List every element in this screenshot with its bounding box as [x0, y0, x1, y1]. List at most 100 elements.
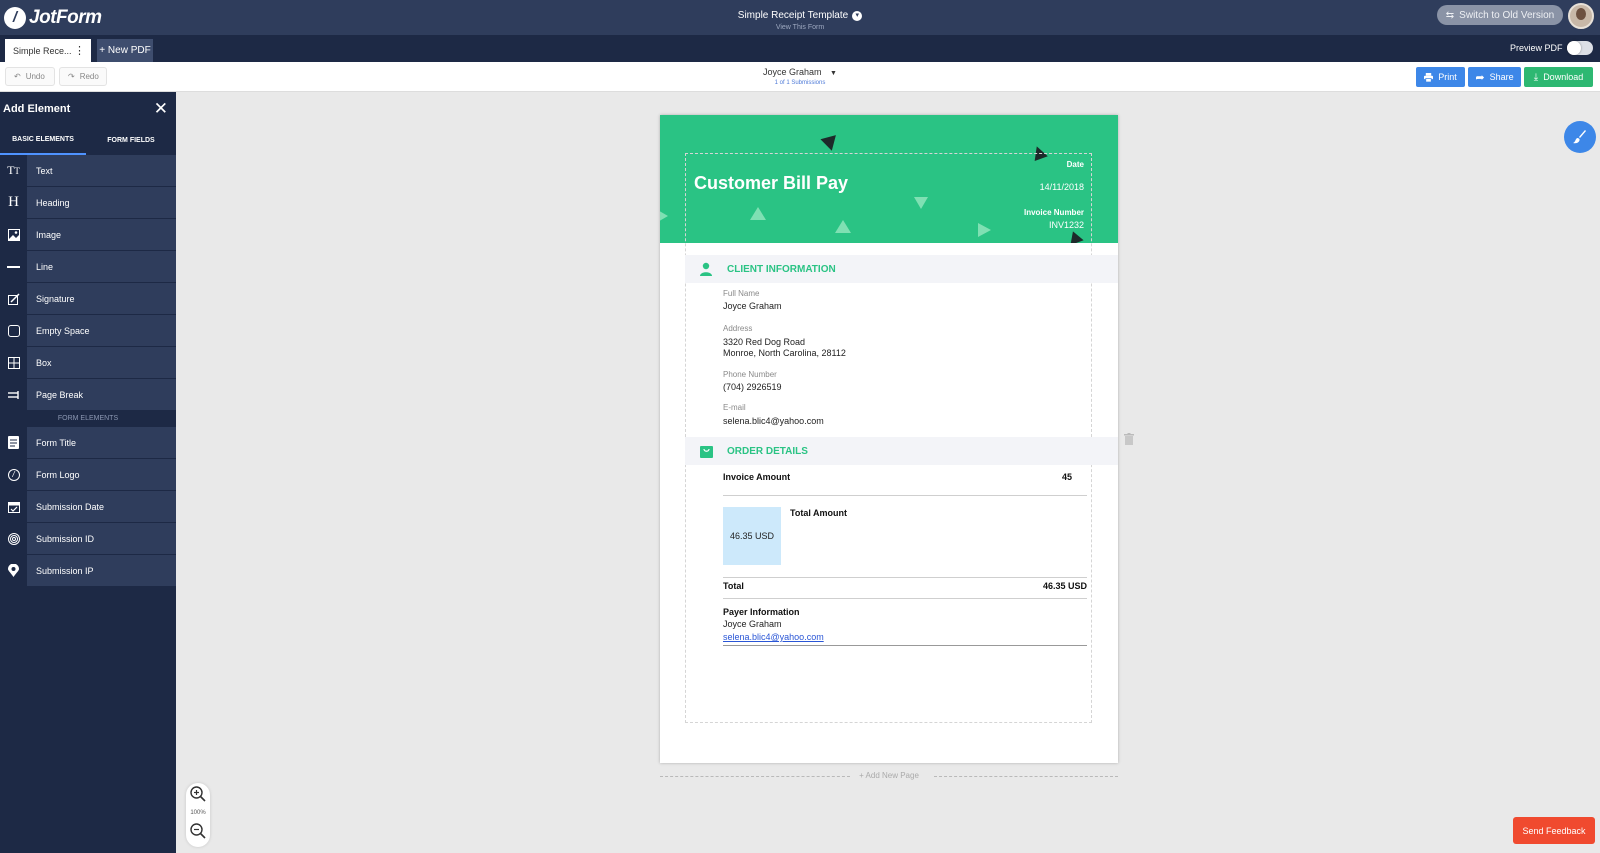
download-button[interactable]: ⤓ Download — [1524, 67, 1593, 87]
total-label: Total — [723, 581, 744, 591]
client-information-header[interactable]: CLIENT INFORMATION — [685, 255, 1118, 283]
address-line-2: Monroe, North Carolina, 28112 — [723, 348, 846, 358]
avatar[interactable] — [1568, 3, 1594, 29]
send-feedback-button[interactable]: Send Feedback — [1513, 817, 1595, 844]
element-label: Empty Space — [27, 315, 176, 346]
tab-basic-elements[interactable]: BASIC ELEMENTS — [0, 125, 86, 155]
switch-old-version-button[interactable]: ⇆ Switch to Old Version — [1437, 5, 1563, 25]
preview-pdf-toggle[interactable] — [1567, 41, 1593, 55]
add-element-panel: Add Element ✕ BASIC ELEMENTS FORM FIELDS… — [0, 92, 176, 853]
total-amount-box: 46.35 USD — [723, 507, 781, 565]
trash-icon[interactable] — [1124, 433, 1134, 445]
full-name-value: Joyce Graham — [723, 301, 782, 311]
element-heading[interactable]: H Heading — [0, 187, 176, 218]
email-label: E-mail — [723, 403, 746, 412]
text-icon: TT — [0, 155, 27, 186]
share-button[interactable]: ➦ Share — [1468, 67, 1521, 87]
decor-triangle — [820, 135, 840, 153]
form-logo-icon: / — [0, 459, 27, 490]
element-label: Text — [27, 155, 176, 186]
divider — [723, 577, 1087, 578]
divider — [723, 645, 1087, 646]
pdf-page[interactable]: Customer Bill Pay Date 14/11/2018 Invoic… — [660, 115, 1118, 763]
element-submission-ip[interactable]: Submission IP — [0, 555, 176, 586]
divider — [723, 495, 1087, 496]
panel-tabs: BASIC ELEMENTS FORM FIELDS — [0, 125, 176, 155]
zoom-in-icon[interactable] — [190, 786, 206, 802]
element-label: Page Break — [27, 379, 176, 410]
signature-icon — [0, 283, 27, 314]
tab-simple-receipt[interactable]: Simple Rece... ⋮ — [5, 39, 91, 62]
element-label: Submission Date — [27, 491, 176, 522]
download-label: Download — [1543, 72, 1584, 82]
line-icon — [0, 251, 27, 282]
element-label: Submission IP — [27, 555, 176, 586]
form-elements-section-title: FORM ELEMENTS — [0, 411, 176, 426]
fingerprint-icon — [0, 523, 27, 554]
tab-form-fields[interactable]: FORM FIELDS — [86, 125, 176, 155]
heading-icon: H — [0, 187, 27, 218]
total-amount-label: Total Amount — [790, 508, 847, 518]
payer-information-label: Payer Information — [723, 607, 800, 617]
element-form-logo[interactable]: / Form Logo — [0, 459, 176, 490]
element-box[interactable]: Box — [0, 347, 176, 378]
dashed-line — [934, 776, 1118, 777]
print-button[interactable]: Print — [1416, 67, 1465, 87]
element-signature[interactable]: Signature — [0, 283, 176, 314]
element-text[interactable]: TT Text — [0, 155, 176, 186]
view-form-link[interactable]: View This Form — [0, 24, 1600, 31]
form-title[interactable]: Simple Receipt Template ▾ — [738, 10, 863, 21]
element-label: Submission ID — [27, 523, 176, 554]
basic-elements-list: TT Text H Heading Image Line Signature E… — [0, 155, 176, 586]
total-value: 46.35 USD — [1043, 581, 1088, 591]
chevron-down-icon[interactable]: ▾ — [852, 10, 863, 21]
payer-email-link[interactable]: selena.blic4@yahoo.com — [723, 632, 824, 642]
close-icon[interactable]: ✕ — [154, 99, 168, 119]
address-line-1: 3320 Red Dog Road — [723, 337, 806, 347]
section-title: ORDER DETAILS — [727, 445, 808, 457]
zoom-out-icon[interactable] — [190, 823, 206, 839]
element-form-title[interactable]: Form Title — [0, 427, 176, 458]
design-tools-button[interactable] — [1564, 121, 1596, 153]
element-line[interactable]: Line — [0, 251, 176, 282]
panel-title: Add Element — [3, 102, 71, 115]
share-label: Share — [1489, 72, 1514, 82]
element-empty-space[interactable]: Empty Space — [0, 315, 176, 346]
swap-arrows-icon: ⇆ — [1445, 9, 1455, 21]
zoom-level: 100% — [190, 810, 206, 816]
section-title: CLIENT INFORMATION — [727, 263, 836, 275]
caret-down-icon: ▼ — [830, 70, 837, 77]
submission-selector: Joyce Graham ▼ 1 of 1 Submissions — [0, 67, 1600, 86]
form-title-icon — [0, 427, 27, 458]
element-label: Form Logo — [27, 459, 176, 490]
element-submission-date[interactable]: Submission Date — [0, 491, 176, 522]
phone-label: Phone Number — [723, 370, 777, 379]
printer-icon — [1424, 72, 1434, 82]
order-details-header[interactable]: ORDER DETAILS — [685, 437, 1118, 465]
element-page-break[interactable]: Page Break — [0, 379, 176, 410]
print-label: Print — [1438, 72, 1457, 82]
full-name-label: Full Name — [723, 289, 760, 298]
invoice-amount-label: Invoice Amount — [723, 472, 791, 482]
element-submission-id[interactable]: Submission ID — [0, 523, 176, 554]
divider — [723, 598, 1087, 599]
submission-count[interactable]: 1 of 1 Submissions — [0, 80, 1600, 86]
preview-pdf-label: Preview PDF — [1510, 43, 1563, 53]
submitter-name: Joyce Graham — [763, 67, 822, 77]
new-pdf-button[interactable]: + New PDF — [97, 39, 153, 62]
submission-dropdown[interactable]: Joyce Graham ▼ — [0, 67, 1600, 77]
element-label: Heading — [27, 187, 176, 218]
pdf-tab-bar: Simple Rece... ⋮ + New PDF Preview PDF — [0, 35, 1600, 62]
user-icon — [699, 262, 713, 276]
element-label: Image — [27, 219, 176, 250]
element-label: Box — [27, 347, 176, 378]
payer-name: Joyce Graham — [723, 619, 782, 629]
location-pin-icon — [0, 555, 27, 586]
add-new-page[interactable]: + Add New Page — [660, 771, 1118, 781]
decor-triangle — [660, 209, 668, 223]
share-arrow-icon: ➦ — [1475, 71, 1485, 84]
element-image[interactable]: Image — [0, 219, 176, 250]
box-icon — [0, 347, 27, 378]
kebab-menu-icon[interactable]: ⋮ — [74, 44, 85, 57]
paint-brush-icon — [1573, 130, 1586, 144]
